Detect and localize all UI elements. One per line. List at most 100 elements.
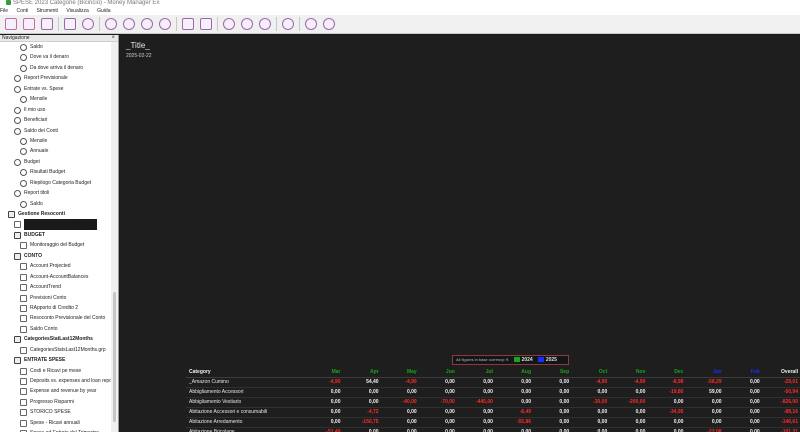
value-cell: -4,72 xyxy=(342,407,381,418)
nav-item[interactable]: BUDGET xyxy=(0,230,112,240)
refresh-icon[interactable] xyxy=(257,16,273,32)
nav-item[interactable]: Mensile xyxy=(0,136,112,146)
column-header[interactable]: Mar xyxy=(304,367,343,378)
table-header-row: Category Mar Apr May Jun Jul Aug Sep Oct Nov Dec Ja… xyxy=(186,367,800,378)
filter-icon[interactable] xyxy=(180,16,196,32)
nav-item[interactable]: Gestione Resoconti xyxy=(0,209,112,219)
currency-icon[interactable] xyxy=(157,16,173,32)
column-header[interactable]: Aug xyxy=(494,367,534,378)
nav-item[interactable]: Expense and revenue by year xyxy=(0,386,112,396)
info-icon[interactable] xyxy=(303,16,319,32)
nav-item[interactable]: Da dove arriva il denaro xyxy=(0,63,112,73)
transfer-in-icon[interactable] xyxy=(121,16,137,32)
category-cell: Abitazione Accessori e consumabili xyxy=(186,407,305,418)
chat-icon[interactable] xyxy=(239,16,255,32)
nav-item[interactable]: Report Previsionale xyxy=(0,73,112,83)
user-icon[interactable] xyxy=(103,16,119,32)
value-cell: -22,08 xyxy=(685,427,724,432)
nav-item[interactable]: Annuale xyxy=(0,146,112,156)
close-icon[interactable]: × xyxy=(111,35,115,42)
nav-item[interactable]: CONTO xyxy=(0,251,112,261)
nav-item[interactable]: Entrate vs. Spese xyxy=(0,84,112,94)
nav-item[interactable]: Il mio uso xyxy=(0,105,112,115)
nav-item-label: STORICO SPESE xyxy=(30,409,71,416)
nav-item[interactable]: AccountTrend xyxy=(0,282,112,292)
reports-icon[interactable] xyxy=(198,16,214,32)
globe-icon[interactable] xyxy=(221,16,237,32)
column-header[interactable]: Oct xyxy=(571,367,610,378)
nav-item[interactable]: CategoriesStatLast12Months(1) xyxy=(0,219,112,230)
report-icon xyxy=(14,221,21,229)
nav-item-label: BUDGET xyxy=(24,231,46,238)
nav-item[interactable]: CategoriesStatsLast12Months.grp xyxy=(0,345,112,355)
column-header[interactable]: Sep xyxy=(533,367,572,378)
nav-item[interactable]: Saldo dei Conti xyxy=(0,126,112,136)
nav-item[interactable]: CategoriesStatLast12Months xyxy=(0,334,112,344)
nav-item[interactable]: Spese ed Entrate del Trimestre xyxy=(0,428,112,432)
nav-item[interactable]: Saldo Conto xyxy=(0,324,112,334)
nav-item[interactable]: RApporto di Credito 2 xyxy=(0,303,112,313)
help-icon[interactable] xyxy=(321,16,337,32)
column-header[interactable]: Dec xyxy=(647,367,686,378)
menu-conti[interactable]: Conti xyxy=(16,7,28,15)
nav-item[interactable]: Dove va il denaro xyxy=(0,52,112,62)
menu-strumenti[interactable]: Strumenti xyxy=(37,7,58,15)
nav-item[interactable]: Saldo xyxy=(0,199,112,209)
menu-file[interactable]: File xyxy=(0,7,8,15)
nav-item[interactable]: Resoconto Previsionale del Conto xyxy=(0,313,112,323)
column-header[interactable]: Category xyxy=(186,367,305,378)
save-icon[interactable] xyxy=(39,16,55,32)
nav-item[interactable]: Budget xyxy=(0,157,112,167)
column-header[interactable]: Apr xyxy=(342,367,381,378)
navigator-scrollbar[interactable] xyxy=(111,42,118,432)
nav-item-label: Spese ed Entrate del Trimestre xyxy=(30,428,99,432)
nav-item-label: Report Previsionale xyxy=(24,75,68,82)
table-row[interactable]: _Amazon Cumino -4,90 54,40 -4,90 0,00 0,00 0,0… xyxy=(186,377,800,388)
column-header[interactable]: May xyxy=(380,367,419,378)
scrollbar-thumb[interactable] xyxy=(113,292,116,422)
report-icon xyxy=(20,409,27,417)
column-header[interactable]: Nov xyxy=(609,367,648,378)
report-icon xyxy=(20,419,27,427)
transfer-out-icon[interactable] xyxy=(139,16,155,32)
menu-visualizza[interactable]: Visualizza xyxy=(66,7,88,15)
table-row[interactable]: Abbigliamento Accessori 0,00 0,00 0,00 0,00 0… xyxy=(186,387,800,398)
value-cell: 0,00 xyxy=(685,417,724,428)
fullscreen-icon[interactable] xyxy=(280,16,296,32)
nav-item[interactable]: ENTRATE SPESE xyxy=(0,355,112,365)
menu-guida[interactable]: Guida xyxy=(97,7,110,15)
column-header[interactable]: Jun xyxy=(418,367,457,378)
nav-item-label: Mensile xyxy=(30,96,48,103)
globe-icon-glyph xyxy=(223,18,235,30)
home-icon[interactable] xyxy=(62,16,78,32)
nav-item[interactable]: Beneficiari xyxy=(0,115,112,125)
nav-item[interactable]: Progresso Risparmi xyxy=(0,397,112,407)
nav-item[interactable]: Account-AccountBalances xyxy=(0,272,112,282)
database-open-icon[interactable] xyxy=(21,16,37,32)
new-transaction-icon[interactable] xyxy=(80,16,96,32)
nav-item[interactable]: Monitoraggio del Budget xyxy=(0,240,112,250)
fullscreen-icon-glyph xyxy=(282,18,294,30)
table-row[interactable]: Abbigliamento Vestiario 0,00 0,00 -40,00 -70… xyxy=(186,397,800,408)
nav-item[interactable]: Costi e Ricavi pe mese xyxy=(0,366,112,376)
nav-item[interactable]: Spese - Ricavi annuali xyxy=(0,418,112,428)
value-cell: -150,75 xyxy=(342,417,381,428)
table-row[interactable]: Abitazione Arredamento 0,00 -150,75 0,00 0,0… xyxy=(186,417,800,428)
table-row[interactable]: Abitazione Accessori e consumabili 0,00 -4… xyxy=(186,407,800,418)
chat-icon-glyph xyxy=(241,18,253,30)
nav-item[interactable]: STORICO SPESE xyxy=(0,407,112,417)
nav-item[interactable]: Report titoli xyxy=(0,188,112,198)
nav-item[interactable]: Riepilogo Categoria Budget xyxy=(0,178,112,188)
column-header[interactable]: Feb xyxy=(723,367,762,378)
database-icon[interactable] xyxy=(3,16,19,32)
nav-item[interactable]: Deposits vs. expenses and loan repo xyxy=(0,376,112,386)
column-header[interactable]: Jul xyxy=(456,367,495,378)
nav-item[interactable]: Account Projected xyxy=(0,261,112,271)
nav-item[interactable]: Saldo xyxy=(0,42,112,52)
nav-item[interactable]: Mensile xyxy=(0,94,112,104)
nav-item[interactable]: Previsioni Conto xyxy=(0,293,112,303)
table-row[interactable]: Abitazione Bricolage -51,40 0,00 0,00 0,00 0,… xyxy=(186,427,800,432)
nav-item[interactable]: Risultati Budget xyxy=(0,167,112,177)
column-header[interactable]: Jan xyxy=(685,367,724,378)
column-header[interactable]: Overall xyxy=(761,367,800,378)
